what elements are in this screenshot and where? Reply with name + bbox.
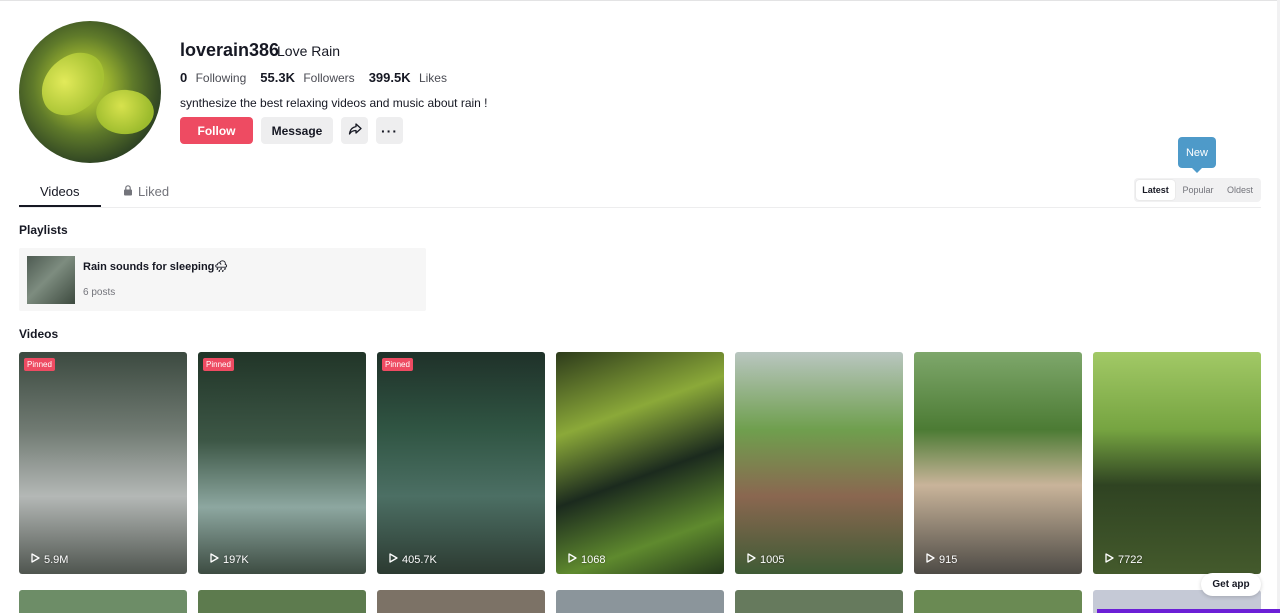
top-border: [0, 0, 1280, 1]
video-card[interactable]: [377, 590, 545, 613]
view-count-value: 7722: [1118, 553, 1143, 566]
tab-liked[interactable]: Liked: [123, 184, 169, 199]
share-icon: [348, 122, 362, 139]
message-button[interactable]: Message: [261, 117, 333, 144]
sort-oldest[interactable]: Oldest: [1221, 180, 1259, 200]
username: loverain386: [180, 40, 280, 60]
stat-value: 0: [180, 70, 188, 85]
stat-label: Likes: [418, 71, 447, 85]
new-tooltip: New: [1178, 137, 1216, 173]
video-card[interactable]: [198, 590, 366, 613]
play-icon: [746, 553, 756, 566]
follow-button[interactable]: Follow: [180, 117, 253, 144]
pinned-badge: Pinned: [24, 358, 55, 371]
tab-videos[interactable]: Videos: [40, 184, 80, 199]
sort-toggle: Latest Popular Oldest: [1134, 178, 1261, 202]
nickname: Love Rain: [277, 43, 341, 59]
view-count-value: 197K: [223, 553, 249, 566]
video-card[interactable]: [556, 590, 724, 613]
video-card[interactable]: 1005: [735, 352, 903, 574]
stat-label: Followers: [303, 71, 355, 85]
video-card[interactable]: 7722: [1093, 352, 1261, 574]
play-icon: [209, 553, 219, 566]
share-button[interactable]: [341, 117, 368, 144]
view-count-value: 915: [939, 553, 958, 566]
view-count: 1005: [746, 553, 784, 566]
playlist-thumbnail: [27, 256, 75, 304]
stat-label: Following: [195, 71, 247, 85]
video-card[interactable]: 1068: [556, 352, 724, 574]
playlist-card[interactable]: Rain sounds for sleeping🌧 6 posts: [19, 248, 426, 311]
view-count-value: 1005: [760, 553, 785, 566]
video-card[interactable]: 915: [914, 352, 1082, 574]
get-app-button[interactable]: Get app: [1201, 573, 1261, 596]
pinned-badge: Pinned: [382, 358, 413, 371]
play-icon: [1104, 553, 1114, 566]
playlist-title: Rain sounds for sleeping🌧: [83, 261, 229, 273]
stat-likes: 399.5K Likes: [369, 70, 447, 85]
view-count: 915: [925, 553, 957, 566]
sort-latest[interactable]: Latest: [1136, 180, 1175, 200]
view-count: 197K: [209, 553, 249, 566]
video-card[interactable]: Pinned 405.7K: [377, 352, 545, 574]
tab-divider: [19, 207, 1261, 208]
playlists-heading: Playlists: [19, 223, 68, 237]
view-count-value: 1068: [581, 553, 606, 566]
videos-heading: Videos: [19, 327, 59, 341]
stat-followers[interactable]: 55.3K Followers: [260, 70, 354, 85]
bio: synthesize the best relaxing videos and …: [180, 96, 488, 110]
video-card[interactable]: Pinned 5.9M: [19, 352, 187, 574]
more-icon: ···: [381, 122, 398, 139]
pinned-badge: Pinned: [203, 358, 234, 371]
stat-value: 399.5K: [368, 70, 411, 85]
view-count-value: 5.9M: [44, 553, 69, 566]
view-count: 5.9M: [30, 553, 68, 566]
avatar[interactable]: [19, 21, 161, 163]
video-card[interactable]: [19, 590, 187, 613]
bottom-banner-edge: [1097, 609, 1280, 613]
lock-icon: [123, 184, 133, 199]
stat-following[interactable]: 0 Following: [180, 70, 246, 85]
play-icon: [30, 553, 40, 566]
sort-popular[interactable]: Popular: [1175, 180, 1221, 200]
tab-liked-label: Liked: [138, 184, 170, 199]
more-button[interactable]: ···: [376, 117, 403, 144]
play-icon: [388, 553, 398, 566]
profile-stats: 0 Following 55.3K Followers 399.5K Likes: [180, 70, 447, 85]
view-count: 7722: [1104, 553, 1142, 566]
stat-value: 55.3K: [260, 70, 295, 85]
playlist-count: 6 posts: [83, 287, 116, 298]
video-card[interactable]: [735, 590, 903, 613]
video-card[interactable]: Pinned 197K: [198, 352, 366, 574]
video-card[interactable]: [914, 590, 1082, 613]
play-icon: [567, 553, 577, 566]
view-count: 405.7K: [388, 553, 437, 566]
view-count-value: 405.7K: [402, 553, 437, 566]
play-icon: [925, 553, 935, 566]
view-count: 1068: [567, 553, 605, 566]
